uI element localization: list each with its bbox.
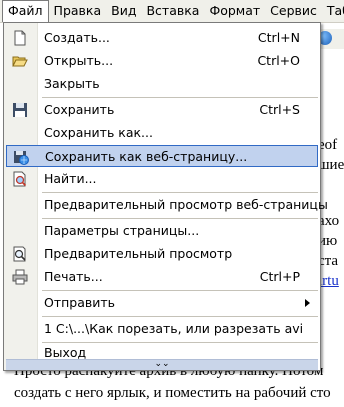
menu-item-save-as[interactable]: Сохранить как... — [6, 122, 318, 144]
open-folder-icon — [12, 56, 28, 67]
document-text-line: шие — [318, 157, 344, 173]
menu-item-shortcut: Ctrl+S — [259, 102, 300, 117]
menu-tools[interactable]: Сервис — [265, 0, 322, 22]
find-file-icon — [13, 171, 27, 187]
menu-item-label: Закрыть — [44, 76, 100, 91]
menu-table-label: Таб — [326, 3, 344, 18]
menu-item-page-setup[interactable]: Параметры страницы... — [6, 220, 318, 242]
save-disk-icon — [13, 103, 27, 117]
file-menu-dropdown: Создать... Ctrl+N Открыть... Ctrl+O Закр… — [3, 22, 328, 371]
menu-item-label: Выход — [44, 345, 87, 360]
menu-item-shortcut: Ctrl+O — [257, 53, 300, 68]
menu-item-label: Сохранить — [44, 102, 115, 117]
menu-separator — [42, 218, 318, 219]
menu-item-save[interactable]: Сохранить Ctrl+S — [6, 99, 318, 121]
menu-item-find[interactable]: Найти... — [6, 168, 318, 190]
document-link[interactable]: irtu — [318, 273, 339, 290]
menu-item-web-page-preview[interactable]: Предварительный просмотр веб-страницы — [6, 194, 328, 216]
menu-edit-label: Правка — [53, 3, 102, 18]
document-text-line: создать с него ярлык, и поместить на раб… — [14, 385, 331, 401]
document-text-line: ахо — [318, 213, 340, 229]
menu-item-label: Предварительный просмотр — [44, 246, 233, 261]
menu-separator — [42, 192, 318, 193]
menu-edit[interactable]: Правка — [49, 0, 107, 22]
menu-view-label: Вид — [111, 3, 137, 18]
menu-bar: Файл Правка Вид Вставка Формат Сервис Та… — [0, 0, 344, 23]
double-chevron-down-icon: ⌄⌄ — [154, 359, 170, 369]
submenu-arrow-icon — [305, 299, 310, 307]
menu-item-shortcut: Ctrl+P — [259, 269, 300, 284]
menu-separator — [42, 290, 318, 291]
menu-item-send-to[interactable]: Отправить — [6, 292, 318, 314]
save-as-web-page-icon — [14, 151, 29, 165]
menu-item-close[interactable]: Закрыть — [6, 73, 318, 95]
menu-item-label: Сохранить как веб-страницу... — [45, 149, 248, 164]
menu-insert-label: Вставка — [146, 3, 200, 18]
menu-item-print[interactable]: Печать... Ctrl+P — [6, 266, 318, 288]
menu-view[interactable]: Вид — [106, 0, 141, 22]
menu-insert[interactable]: Вставка — [141, 0, 204, 22]
menu-item-shortcut: Ctrl+N — [257, 30, 300, 45]
menu-separator — [42, 97, 318, 98]
menu-file[interactable]: Файл — [2, 0, 49, 22]
new-document-icon — [14, 30, 26, 46]
menu-format[interactable]: Формат — [204, 0, 265, 22]
menu-tools-label: Сервис — [270, 3, 317, 18]
menu-item-label: Отправить — [44, 295, 116, 310]
menu-file-label: Файл — [8, 3, 43, 18]
menu-format-label: Формат — [209, 3, 261, 18]
menu-item-label: Печать... — [44, 269, 103, 284]
menu-item-new[interactable]: Создать... Ctrl+N — [6, 27, 318, 49]
menu-item-label: 1 C:\...\Как порезать, или разрезать avi — [44, 321, 304, 336]
print-preview-icon — [13, 246, 26, 262]
menu-item-label: Найти... — [44, 171, 97, 186]
menu-item-label: Открыть... — [44, 53, 114, 68]
document-text-line: ста — [318, 253, 339, 269]
menu-item-open[interactable]: Открыть... Ctrl+O — [6, 50, 318, 72]
menu-item-label: Создать... — [44, 30, 110, 45]
printer-icon — [12, 269, 28, 285]
menu-item-label: Параметры страницы... — [44, 223, 200, 238]
menu-item-print-preview[interactable]: Предварительный просмотр — [6, 243, 318, 265]
menu-separator — [42, 316, 318, 317]
menu-table[interactable]: Таб — [322, 0, 344, 22]
menu-item-label: Предварительный просмотр веб-страницы — [44, 197, 328, 212]
expand-menu-button[interactable]: ⌄⌄ — [6, 359, 318, 370]
menu-item-label: Сохранить как... — [44, 125, 153, 140]
menu-item-save-as-web-page[interactable]: Сохранить как веб-страницу... — [6, 145, 318, 167]
menu-item-exit[interactable]: Выход — [6, 335, 318, 360]
